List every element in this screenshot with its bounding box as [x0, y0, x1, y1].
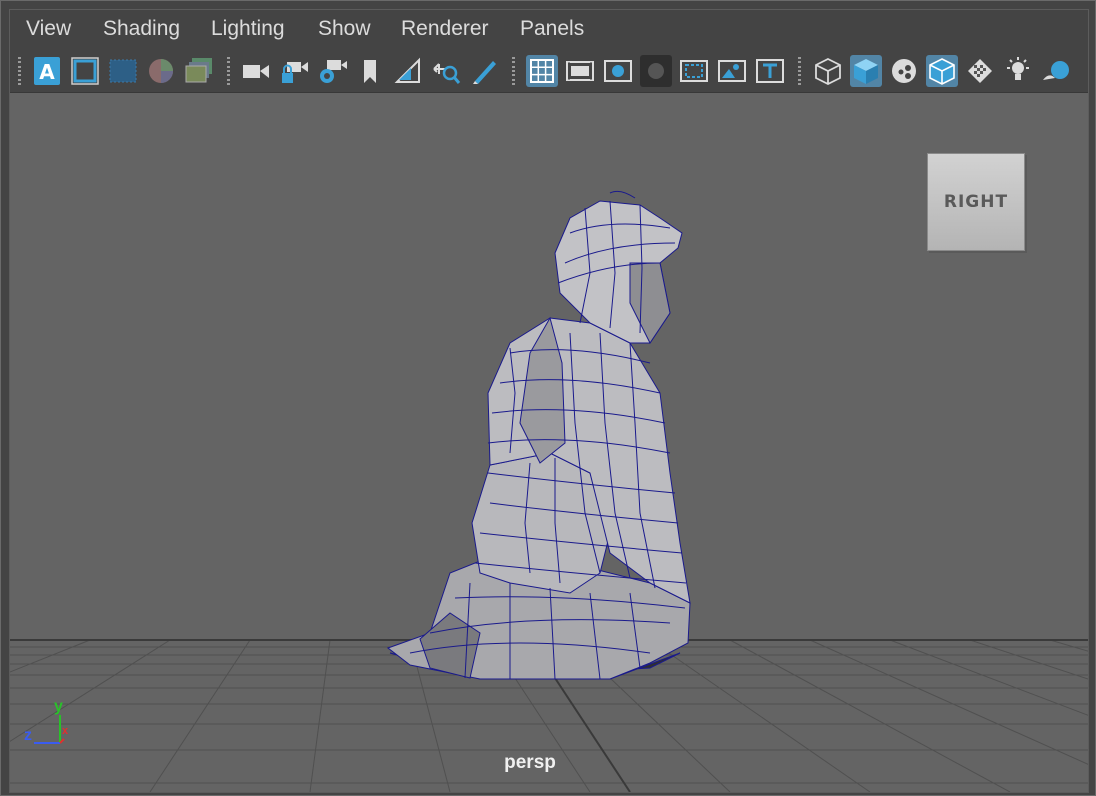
menu-renderer[interactable]: Renderer	[401, 17, 489, 41]
camera-icon[interactable]	[240, 55, 272, 87]
toolbar-separator[interactable]	[226, 57, 230, 85]
viewcube[interactable]: RIGHT	[927, 153, 1025, 251]
smooth-shade-icon[interactable]	[850, 55, 882, 87]
menu-panels[interactable]: Panels	[520, 17, 584, 41]
axis-label-x: x	[62, 725, 69, 737]
menu-lighting[interactable]: Lighting	[211, 17, 285, 41]
wireframe-on-shaded-icon[interactable]	[926, 55, 958, 87]
camera-settings-icon[interactable]	[316, 55, 348, 87]
xray-icon[interactable]	[964, 55, 996, 87]
use-default-material-icon[interactable]	[888, 55, 920, 87]
pan-zoom-icon[interactable]	[430, 55, 462, 87]
gate-mask-icon[interactable]	[640, 55, 672, 87]
safe-title-icon[interactable]	[754, 55, 786, 87]
toolbar-separator[interactable]	[17, 57, 21, 85]
panel-toolbar: A	[10, 50, 1088, 93]
two-d-pan-zoom-icon[interactable]	[392, 55, 424, 87]
grease-pencil-icon[interactable]	[183, 55, 215, 87]
use-all-lights-icon[interactable]	[1002, 55, 1034, 87]
3d-viewport[interactable]: RIGHT y z x persp	[10, 93, 1088, 792]
lock-camera-icon[interactable]	[278, 55, 310, 87]
svg-text:A: A	[39, 60, 55, 84]
axis-label-z: z	[24, 727, 32, 744]
viewport-panel: View Shading Lighting Show Renderer Pane…	[9, 9, 1089, 793]
resolution-gate-icon[interactable]	[602, 55, 634, 87]
camera-name-label: persp	[504, 752, 556, 773]
camera-attributes-icon[interactable]	[69, 55, 101, 87]
bookmarks-icon[interactable]	[107, 55, 139, 87]
shadows-icon[interactable]	[1040, 55, 1072, 87]
film-gate-icon[interactable]	[564, 55, 596, 87]
safe-action-icon[interactable]	[716, 55, 748, 87]
select-camera-icon[interactable]: A	[31, 55, 63, 87]
axis-indicator: y z x	[22, 693, 82, 753]
menu-view[interactable]: View	[26, 17, 71, 41]
field-chart-icon[interactable]	[678, 55, 710, 87]
toolbar-separator[interactable]	[511, 57, 515, 85]
toolbar-separator[interactable]	[797, 57, 801, 85]
grid-icon[interactable]	[526, 55, 558, 87]
panel-frame: View Shading Lighting Show Renderer Pane…	[0, 0, 1096, 796]
polygon-mesh	[386, 190, 691, 680]
bookmark-icon[interactable]	[354, 55, 386, 87]
wireframe-icon[interactable]	[812, 55, 844, 87]
menu-show[interactable]: Show	[318, 17, 371, 41]
viewcube-face-label: RIGHT	[943, 192, 1009, 212]
panel-menu-bar: View Shading Lighting Show Renderer Pane…	[10, 10, 1088, 50]
axis-label-y: y	[54, 698, 63, 715]
grease-pencil-brush-icon[interactable]	[468, 55, 500, 87]
menu-shading[interactable]: Shading	[103, 17, 180, 41]
image-plane-icon[interactable]	[145, 55, 177, 87]
